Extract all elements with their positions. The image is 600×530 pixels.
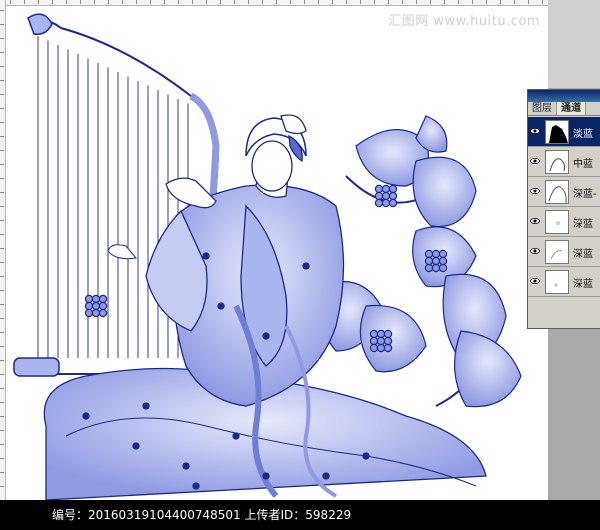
channel-row[interactable]: 深蓝	[528, 207, 600, 237]
channel-label: 中蓝	[573, 159, 593, 170]
channel-row[interactable]: 淡蓝	[528, 117, 600, 147]
channel-label: 深蓝	[573, 249, 593, 260]
tab-layers[interactable]: 图层	[528, 102, 557, 115]
info-text: 编号：20160319104400748501 上传者ID：598229	[52, 508, 352, 522]
channel-thumbnail	[545, 270, 569, 294]
channel-row[interactable]: 深蓝	[528, 267, 600, 297]
app-workspace-top	[548, 0, 600, 88]
channel-label: 深蓝-	[573, 189, 597, 200]
channel-row[interactable]: 中蓝	[528, 147, 600, 177]
channel-thumbnail	[545, 180, 569, 204]
channel-thumbnail	[545, 120, 569, 144]
channel-label: 深蓝	[573, 219, 593, 230]
document-canvas[interactable]: 汇图网 www.huitu.com	[6, 6, 548, 500]
channel-thumbnail	[545, 210, 569, 234]
eye-icon[interactable]	[530, 276, 540, 286]
eye-icon[interactable]	[530, 216, 540, 226]
channel-thumbnail	[545, 150, 569, 174]
eye-icon[interactable]	[530, 246, 540, 256]
channel-label: 淡蓝	[573, 129, 593, 140]
channels-panel[interactable]: 图层 通道 淡蓝 中蓝 深蓝- 深蓝 深蓝 深蓝	[527, 89, 600, 329]
eye-icon[interactable]	[530, 156, 540, 166]
eye-icon[interactable]	[530, 126, 540, 136]
tab-channels[interactable]: 通道	[557, 102, 586, 115]
channel-row[interactable]: 深蓝	[528, 237, 600, 267]
channel-thumbnail	[545, 240, 569, 264]
artwork-illustration	[13, 13, 522, 500]
eye-icon[interactable]	[530, 186, 540, 196]
channel-list: 淡蓝 中蓝 深蓝- 深蓝 深蓝 深蓝	[528, 117, 600, 297]
channel-label: 深蓝	[573, 279, 593, 290]
panel-tabs: 图层 通道	[528, 102, 600, 116]
panel-titlebar[interactable]	[528, 90, 600, 102]
info-bar: 编号：20160319104400748501 上传者ID：598229	[0, 500, 600, 530]
channel-row[interactable]: 深蓝-	[528, 177, 600, 207]
watermark-logo: 汇图网 www.huitu.com	[388, 14, 540, 29]
